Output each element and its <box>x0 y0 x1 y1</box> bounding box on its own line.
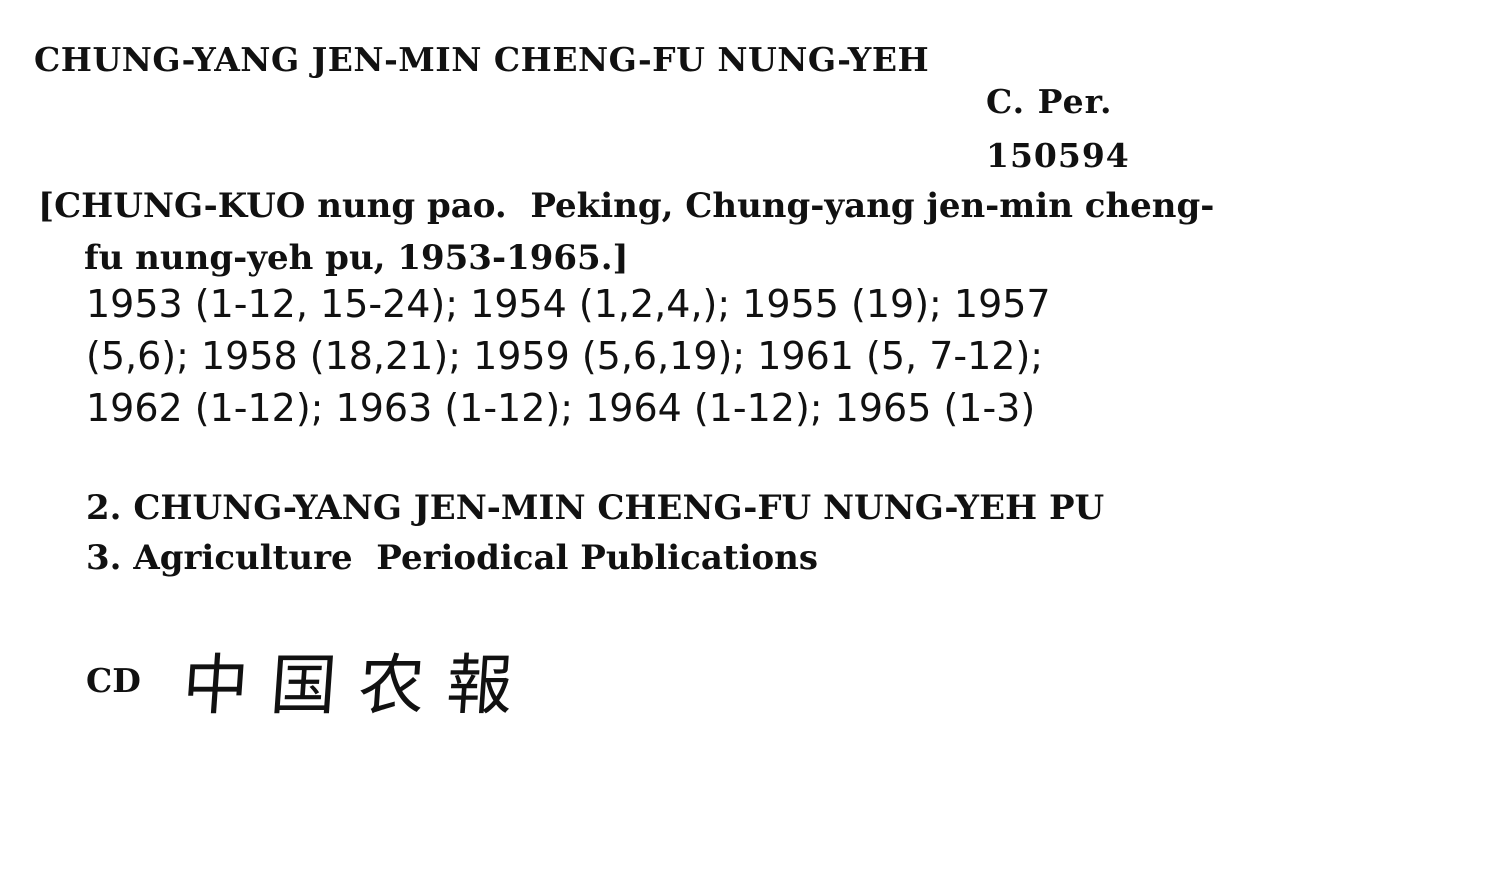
main-heading: CHUNG-YANG JEN-MIN CHENG-FU NUNG-YEH <box>34 40 930 79</box>
tracing-item-3: 3. Agriculture Periodical Publications <box>86 538 819 578</box>
cd-line: CD 中国农報 <box>86 632 537 728</box>
handwritten-chinese-title: 中国农報 <box>179 647 538 724</box>
catalog-card: CHUNG-YANG JEN-MIN CHENG-FU NUNG-YEH C. … <box>0 0 1486 869</box>
cd-label: CD <box>86 660 141 700</box>
call-number-line-2: 150594 <box>986 136 1130 175</box>
title-line-2: fu nung-yeh pu, 1953-1965.] <box>84 238 629 278</box>
holdings-line-1: 1953 (1-12, 15-24); 1954 (1,2,4,); 1955 … <box>86 282 1051 326</box>
holdings-line-3: 1962 (1-12); 1963 (1-12); 1964 (1-12); 1… <box>86 386 1036 430</box>
holdings-line-2: (5,6); 1958 (18,21); 1959 (5,6,19); 1961… <box>86 334 1044 378</box>
title-line-1: [CHUNG-KUO nung pao. Peking, Chung-yang … <box>38 186 1215 226</box>
tracing-item-2: 2. CHUNG-YANG JEN-MIN CHENG-FU NUNG-YEH … <box>86 488 1105 528</box>
call-number-line-1: C. Per. <box>986 82 1113 121</box>
